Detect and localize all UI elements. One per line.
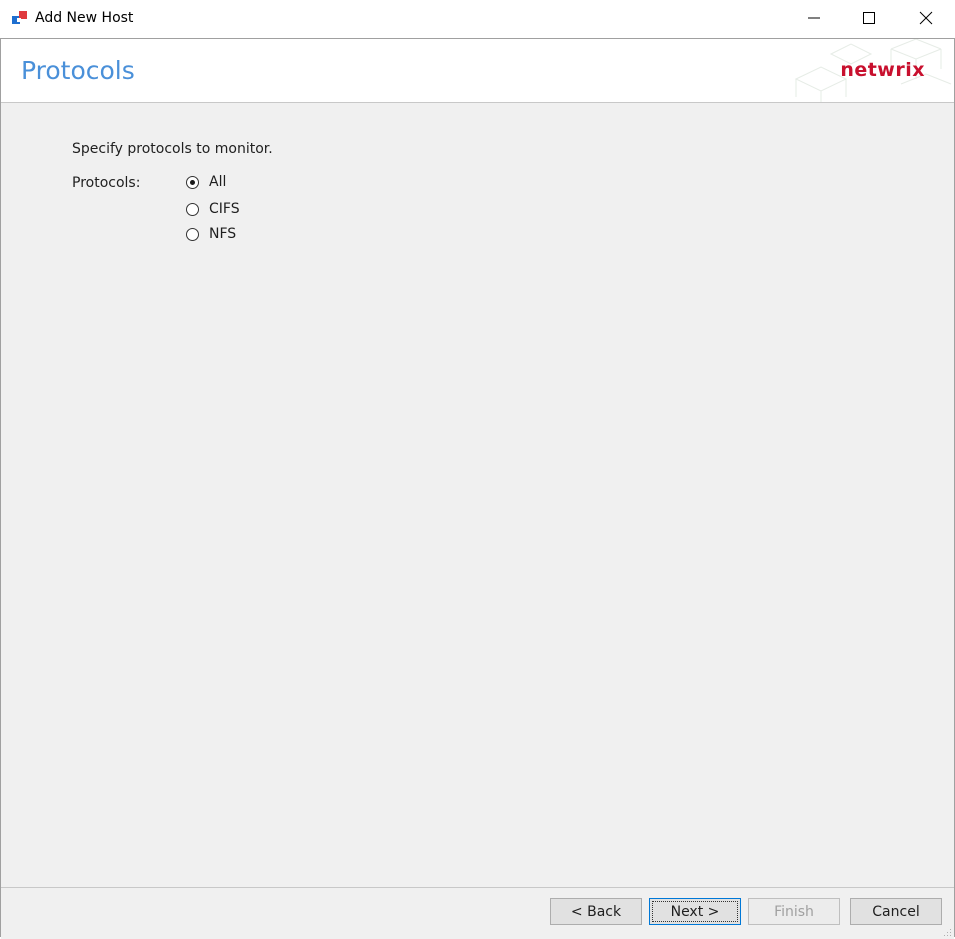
wizard-frame: Protocols netwrix Specify protocols to m… [0,38,955,939]
radio-option-cifs[interactable]: CIFS [186,199,240,219]
netwrix-logo: netwrix [840,59,925,81]
radio-option-all[interactable]: All [186,172,226,192]
close-button[interactable] [903,0,949,36]
minimize-icon [808,17,820,19]
radio-unselected-icon[interactable] [186,227,199,241]
radio-unselected-icon[interactable] [186,202,199,216]
next-button-label: Next > [670,903,720,920]
radio-label-cifs: CIFS [209,201,240,217]
maximize-button[interactable] [846,0,892,36]
app-icon [12,11,27,24]
title-bar: Add New Host [0,0,955,38]
page-title: Protocols [21,56,135,85]
next-button[interactable]: Next > [649,898,741,925]
wizard-footer: < Back Next > Finish Cancel [1,887,954,939]
finish-button: Finish [748,898,840,925]
wizard-header: Protocols netwrix [1,39,954,103]
cancel-button[interactable]: Cancel [850,898,942,925]
maximize-icon [863,12,875,24]
back-button[interactable]: < Back [550,898,642,925]
radio-option-nfs[interactable]: NFS [186,224,236,244]
radio-label-all: All [209,174,227,190]
resize-grip-icon[interactable] [942,927,952,937]
close-icon [919,11,933,25]
minimize-button[interactable] [791,0,837,36]
protocols-label: Protocols: [72,175,141,191]
instruction-text: Specify protocols to monitor. [72,141,273,157]
window-title: Add New Host [35,10,134,26]
radio-selected-icon[interactable] [186,175,199,189]
radio-label-nfs: NFS [209,226,237,242]
